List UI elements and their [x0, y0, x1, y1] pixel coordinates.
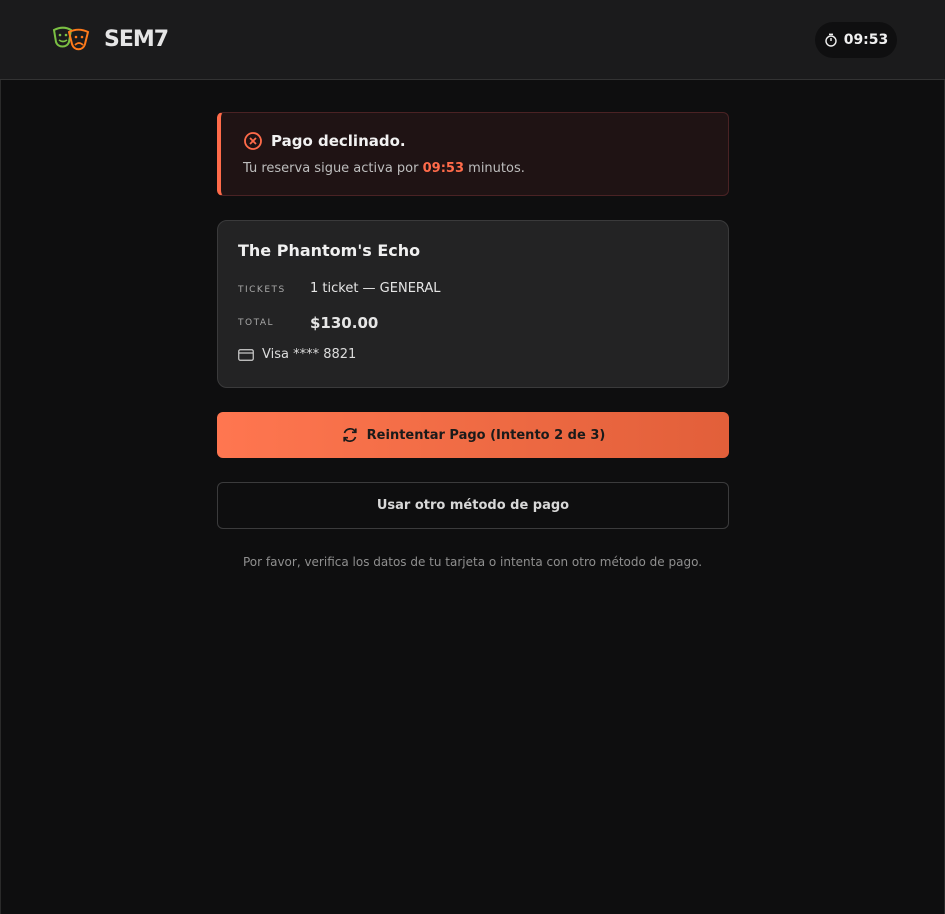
alternate-payment-button[interactable]: Usar otro método de pago	[217, 482, 729, 529]
alert-message: Tu reserva sigue activa por 09:53 minuto…	[243, 161, 525, 176]
tickets-value: 1 ticket — GENERAL	[310, 281, 441, 296]
countdown-timer: 09:53	[815, 22, 897, 58]
payment-method: Visa **** 8821	[238, 347, 356, 362]
alert-message-prefix: Tu reserva sigue activa por	[243, 161, 419, 176]
alert-title: Pago declinado.	[271, 132, 406, 150]
logo[interactable]: SEM7	[52, 24, 169, 54]
payment-method-label: Visa **** 8821	[262, 347, 357, 362]
alert-message-suffix: minutos.	[468, 161, 525, 176]
order-summary-card: The Phantom's Echo TICKETS 1 ticket — GE…	[217, 220, 729, 388]
theater-masks-icon	[52, 26, 90, 51]
event-title: The Phantom's Echo	[238, 241, 421, 260]
stopwatch-icon	[825, 33, 837, 47]
error-circle-icon	[244, 132, 262, 150]
payment-declined-alert: Pago declinado. Tu reserva sigue activa …	[217, 112, 729, 196]
retry-payment-label: Reintentar Pago (Intento 2 de 3)	[366, 427, 606, 443]
brand-name: SEM7	[104, 26, 169, 52]
help-text: Por favor, verifica los datos de tu tarj…	[242, 555, 703, 569]
timer-value: 09:53	[843, 32, 889, 48]
total-label: TOTAL	[238, 318, 275, 328]
credit-card-icon	[238, 348, 254, 361]
retry-payment-button[interactable]: Reintentar Pago (Intento 2 de 3)	[217, 412, 729, 458]
total-value: $130.00	[310, 314, 379, 332]
top-bar: SEM7 09:53	[0, 0, 945, 80]
tickets-label: TICKETS	[238, 285, 286, 295]
alert-time-remaining: 09:53	[422, 161, 465, 176]
refresh-icon	[343, 428, 357, 442]
